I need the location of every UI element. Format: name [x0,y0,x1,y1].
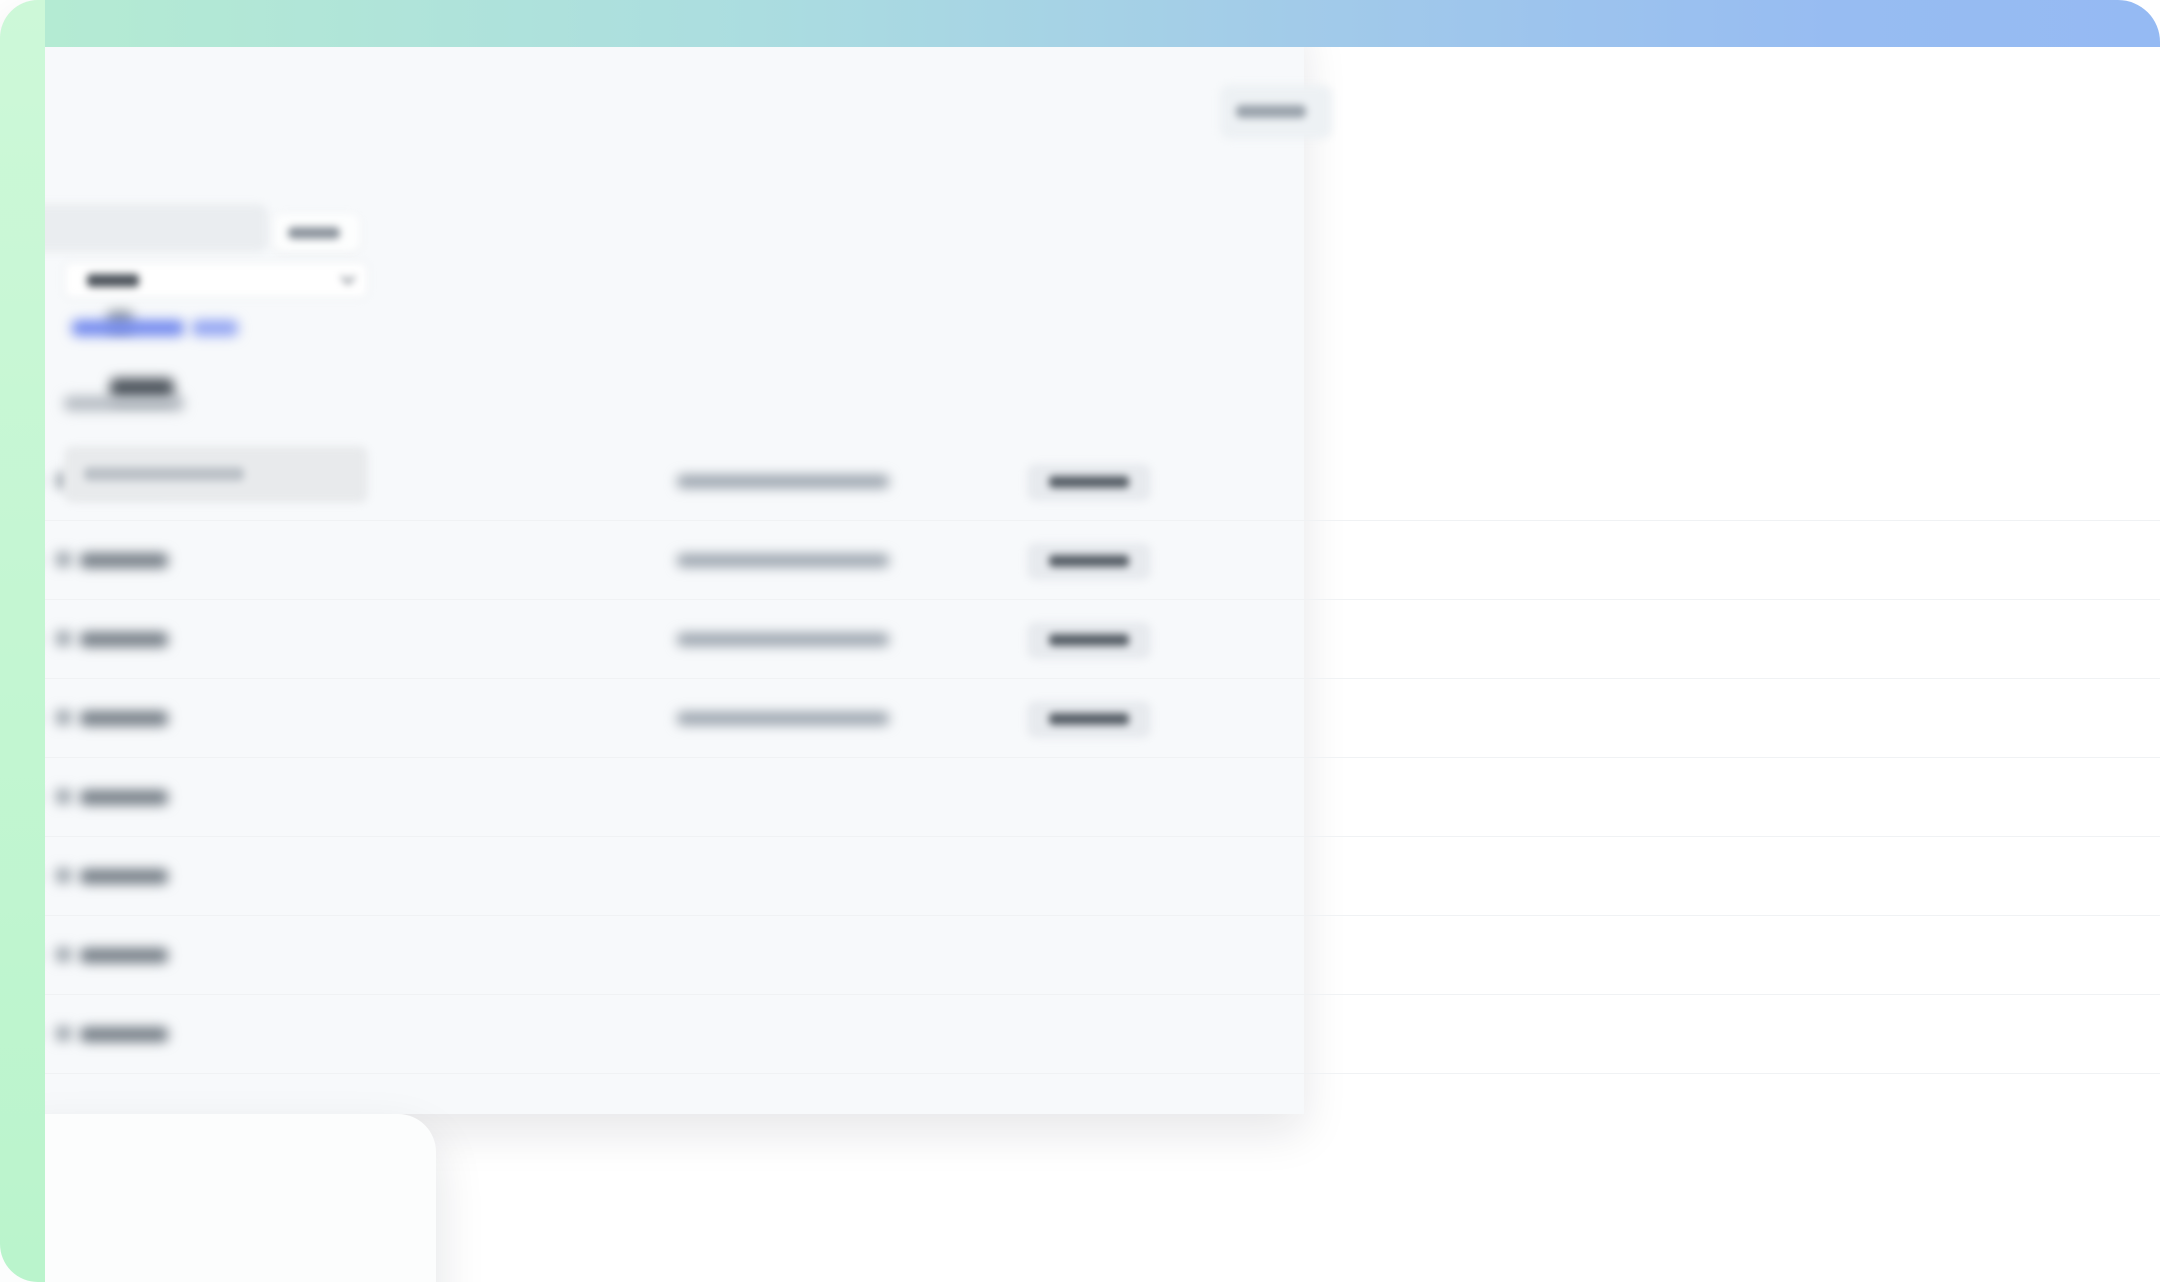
blurred-contact-email [677,475,889,488]
blurred-contact-name [80,948,168,963]
blurred-link [192,320,238,336]
status-badge [1027,622,1151,659]
list-item [0,600,2160,679]
status-badge [1027,701,1151,738]
blurred-contact-name [80,553,168,568]
contacts-rows [0,442,2160,1074]
blurred-filter-button [274,214,360,252]
star-icon [56,631,71,646]
card-gradient-top-border [0,0,2160,47]
star-icon [56,789,71,804]
list-item [0,679,2160,758]
blurred-field-label [64,396,184,411]
blurred-contact-email [677,554,889,567]
blurred-side-form-card [0,1114,436,1282]
status-badge [1027,543,1151,580]
blurred-contact-email [677,712,889,725]
chevron-down-icon [341,270,355,284]
card-gradient-left-border [0,0,45,1282]
blurred-contact-name [80,632,168,647]
list-item [0,758,2160,837]
blurred-contact-email [677,633,889,646]
contacts-list-card [0,0,1304,1114]
status-badge [1027,464,1151,501]
list-item [0,521,2160,600]
blurred-link [72,320,184,336]
blurred-contact-name [80,869,168,884]
blurred-contact-name [80,711,168,726]
list-item [0,837,2160,916]
star-icon [56,710,71,725]
blurred-text-input [64,446,368,503]
list-item [0,995,2160,1074]
blurred-search-input [28,204,268,252]
star-icon [56,947,71,962]
blurred-tags-select [64,262,368,298]
blurred-contact-name [80,1027,168,1042]
star-icon [56,868,71,883]
blurred-contact-name [80,790,168,805]
list-item [0,916,2160,995]
star-icon [56,1026,71,1041]
blurred-toolbar-button [1220,85,1332,139]
star-icon [56,552,71,567]
